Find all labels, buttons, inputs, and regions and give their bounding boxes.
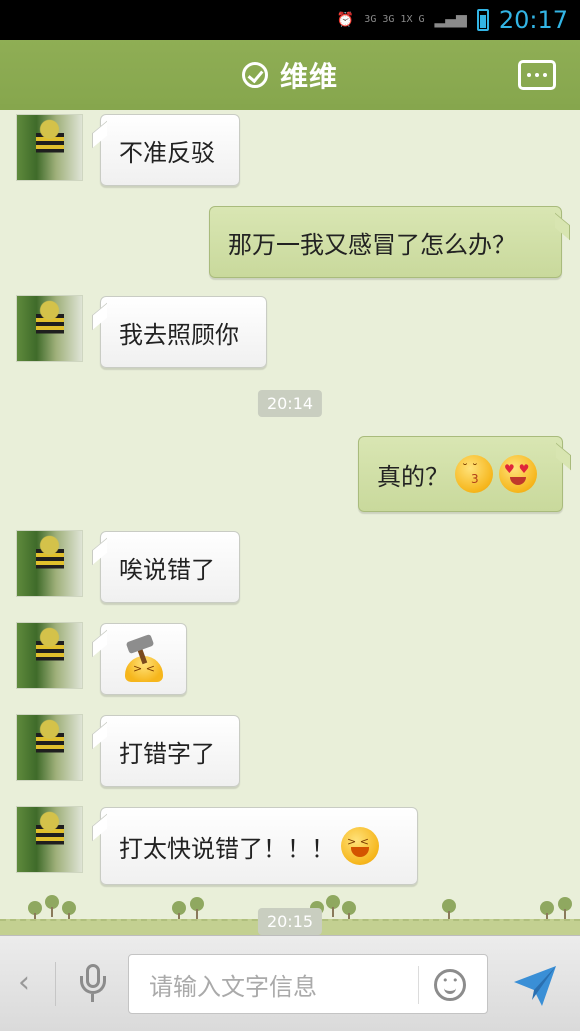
contact-avatar[interactable]: [16, 806, 83, 873]
message-text: 打太快说错了！！！: [119, 834, 335, 863]
message-bubble-outgoing[interactable]: 真的？: [358, 436, 563, 512]
chat-header: 维维: [0, 40, 580, 110]
tree-icon: [558, 897, 572, 919]
status-time: 20:17: [498, 6, 568, 34]
timestamp: 20:15: [257, 908, 323, 935]
message-bubble-incoming[interactable]: [100, 623, 187, 695]
tree-icon: [45, 895, 59, 917]
network-indicator: 3G 3G 1X G: [364, 14, 425, 25]
message-text: 打错字了: [119, 739, 215, 768]
microphone-icon[interactable]: [78, 964, 108, 1004]
message-bubble-incoming[interactable]: 打错字了: [100, 715, 240, 787]
contact-avatar[interactable]: [16, 622, 83, 689]
collapse-chevron-icon[interactable]: ‹: [18, 968, 30, 998]
chat-options-icon[interactable]: [518, 60, 556, 90]
message-text: 那万一我又感冒了怎么办？: [228, 230, 516, 259]
alarm-icon: ⏰: [336, 12, 355, 28]
send-icon[interactable]: [512, 964, 558, 1008]
tree-icon: [326, 895, 340, 917]
divider: [55, 962, 56, 1006]
message-input-placeholder: 请输入文字信息: [149, 972, 317, 1001]
contact-name: 维维: [279, 60, 338, 93]
message-list[interactable]: 不准反驳 那万一我又感冒了怎么办？ 我去照顾你 20:14 真的？ 唉说错了 打…: [0, 110, 580, 935]
contact-avatar[interactable]: [16, 530, 83, 597]
message-text: 真的？: [377, 462, 449, 491]
contact-avatar[interactable]: [16, 714, 83, 781]
message-text: 不准反驳: [119, 138, 215, 167]
signal-icon: ▂▄▆: [434, 12, 467, 28]
tree-icon: [190, 897, 204, 919]
message-text: 我去照顾你: [119, 320, 239, 349]
timestamp: 20:14: [257, 390, 323, 417]
message-bubble-incoming[interactable]: 不准反驳: [100, 114, 240, 186]
verified-check-icon: [241, 62, 268, 88]
message-bubble-incoming[interactable]: 唉说错了: [100, 531, 240, 603]
message-bubble-incoming[interactable]: 我去照顾你: [100, 296, 267, 368]
status-bar: ⏰ 3G 3G 1X G ▂▄▆ 20:17: [0, 0, 580, 40]
laugh-emoji-icon: [341, 827, 379, 865]
kiss-emoji-icon: [455, 455, 493, 493]
emoji-picker-icon[interactable]: [434, 969, 466, 1001]
contact-avatar[interactable]: [16, 114, 83, 181]
message-bubble-incoming[interactable]: 打太快说错了！！！: [100, 807, 418, 885]
message-text: 唉说错了: [119, 555, 215, 584]
input-bar: ‹ 请输入文字信息: [0, 935, 580, 1031]
message-bubble-outgoing[interactable]: 那万一我又感冒了怎么办？: [209, 206, 562, 278]
contact-avatar[interactable]: [16, 295, 83, 362]
hammer-emoji-icon: [119, 633, 165, 682]
battery-icon: [476, 9, 489, 31]
heart-eyes-emoji-icon: [499, 455, 537, 493]
tree-icon: [442, 899, 456, 921]
header-title-group: 维维: [241, 55, 338, 95]
divider: [418, 966, 419, 1004]
